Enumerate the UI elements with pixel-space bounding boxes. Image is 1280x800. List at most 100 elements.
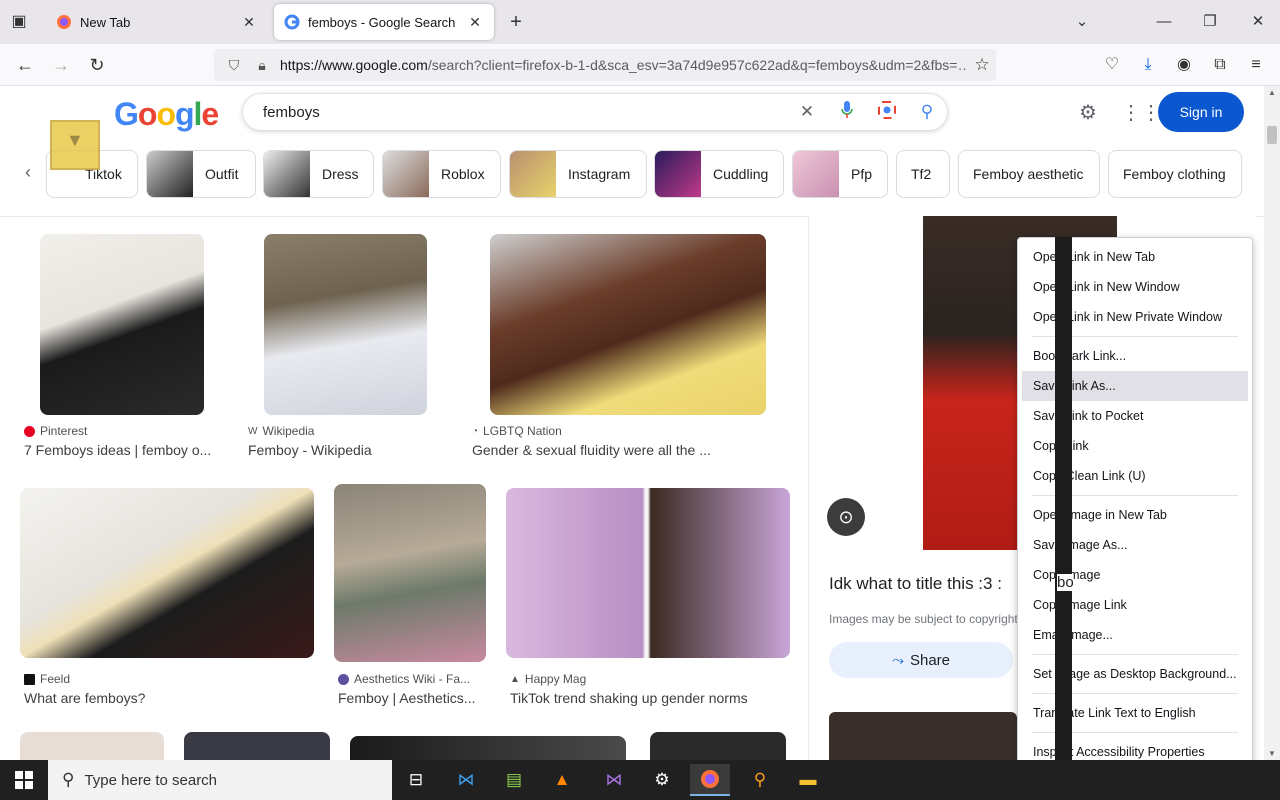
list-all-tabs-icon[interactable]: ⌄ [1070,10,1094,34]
chevron-left-icon[interactable]: ‹ [18,162,38,183]
new-tab-button[interactable]: + [504,10,528,34]
scroll-down-icon[interactable]: ▼ [1264,749,1280,758]
reload-icon[interactable]: ↻ [84,52,110,78]
result-image[interactable] [650,732,786,760]
overlay-widget-icon[interactable] [50,120,100,170]
minimize-icon[interactable]: — [1152,10,1176,34]
search-input[interactable]: femboys [263,104,787,121]
context-menu-item[interactable]: Set Image as Desktop Background... [1018,659,1252,689]
image-result[interactable]: ▲ Happy Mag TikTok trend shaking up gende… [506,488,796,718]
lens-search-icon[interactable] [867,100,907,125]
close-tab-icon[interactable]: ✕ [466,14,484,31]
result-title[interactable]: TikTok trend shaking up gender norms [510,690,790,706]
context-menu-item[interactable]: Open Link in New Private Window [1018,302,1252,332]
scroll-up-icon[interactable]: ▲ [1264,88,1280,97]
image-result[interactable]: Feeld What are femboys? [20,488,316,718]
apps-grid-icon[interactable]: ⋮⋮ [1121,100,1161,126]
vlc-icon[interactable]: ▲ [542,764,582,796]
context-menu-item[interactable]: Bookmark Link... [1018,341,1252,371]
result-image[interactable] [334,484,486,662]
image-result[interactable] [650,732,786,760]
image-result[interactable]: Pinterest 7 Femboys ideas | femboy o... [20,234,226,464]
back-icon[interactable]: ← [12,52,38,78]
chip-femboy-clothing[interactable]: Femboy clothing [1108,150,1242,198]
result-title[interactable]: Femboy | Aesthetics... [338,690,488,706]
bookmark-star-icon[interactable]: ☆ [968,55,996,75]
context-menu-item[interactable]: Email Image... [1018,620,1252,650]
downloads-icon[interactable]: ⤓ [1136,53,1160,77]
chip-cuddling[interactable]: Cuddling [654,150,784,198]
search-box[interactable]: femboys ✕ ⚲ [242,93,948,131]
result-image[interactable] [506,488,790,658]
task-view-icon[interactable]: ⊟ [396,764,436,796]
chip-pfp[interactable]: Pfp [792,150,888,198]
sign-in-button[interactable]: Sign in [1158,92,1244,132]
context-menu-item[interactable]: Save Image As... [1018,530,1252,560]
result-image[interactable] [490,234,766,415]
close-window-icon[interactable]: ✕ [1246,10,1270,34]
context-menu-item[interactable]: Copy Image Link [1018,590,1252,620]
windows-start-button[interactable] [0,760,48,800]
account-icon[interactable]: ◉ [1172,53,1196,77]
chip-tf2[interactable]: Tf2 [896,150,950,198]
chip-instagram[interactable]: Instagram [509,150,647,198]
lock-icon[interactable]: 🔒︎ [252,57,272,74]
share-button[interactable]: ⤳ Share [829,642,1013,678]
tab-list-icon[interactable]: ▣ [8,12,30,32]
search-app-icon[interactable]: ⚲ [740,764,780,796]
result-source[interactable]: Feeld [24,672,70,686]
image-result[interactable]: ◔ LGBTQ Nation Gender & sexual fluidity w… [468,234,790,464]
address-bar[interactable]: ⛉ 🔒︎ https://www.google.com/search?clien… [214,49,996,81]
result-source[interactable]: ◔ LGBTQ Nation [472,424,562,438]
result-source[interactable]: ▲ Happy Mag [510,672,586,686]
forward-icon[interactable]: → [48,52,74,78]
settings-gear-icon[interactable]: ⚙ [1075,100,1101,126]
google-logo[interactable]: Google [114,96,219,133]
context-menu-item[interactable]: Copy Link [1018,431,1252,461]
notepad-plus-icon[interactable]: ▤ [494,764,534,796]
extensions-icon[interactable]: ⧉ [1208,53,1232,77]
shield-icon[interactable]: ⛉ [224,57,244,74]
tab-google-search[interactable]: femboys - Google Search ✕ [274,4,494,40]
tab-new-tab[interactable]: New Tab ✕ [46,4,268,40]
result-image[interactable] [20,732,164,760]
result-title[interactable]: What are femboys? [24,690,314,706]
chip-roblox[interactable]: Roblox [382,150,501,198]
result-source[interactable]: Pinterest [24,424,87,438]
context-menu-item[interactable]: Open Image in New Tab [1018,500,1252,530]
result-source[interactable]: W Wikipedia [248,424,314,438]
google-lens-icon[interactable]: ⊙ [827,498,865,536]
result-image[interactable] [350,736,626,760]
context-menu-item[interactable]: Translate Link Text to English [1018,698,1252,728]
result-image[interactable] [20,488,314,658]
result-image[interactable] [184,732,330,760]
close-tab-icon[interactable]: ✕ [240,14,258,31]
chip-femboy-aesthetic[interactable]: Femboy aesthetic [958,150,1100,198]
search-icon[interactable]: ⚲ [907,102,947,122]
scrollbar-thumb[interactable] [1267,126,1277,144]
clear-search-icon[interactable]: ✕ [787,102,827,122]
result-source[interactable]: Aesthetics Wiki - Fa... [338,672,470,686]
menu-icon[interactable]: ≡ [1244,53,1268,77]
result-title[interactable]: 7 Femboys ideas | femboy o... [24,442,224,458]
context-menu-item[interactable]: Open Link in New Window [1018,272,1252,302]
context-menu-item[interactable]: Save Link to Pocket [1018,401,1252,431]
vscode-icon[interactable]: ⋈ [446,764,486,796]
result-image[interactable] [264,234,427,415]
restore-icon[interactable]: ❐ [1198,10,1222,34]
context-menu-item[interactable]: Open Link in New Tab [1018,242,1252,272]
taskbar-search-box[interactable]: ⚲ Type here to search [48,760,392,800]
context-menu-item[interactable]: Copy Clean Link (U) [1018,461,1252,491]
result-image[interactable] [40,234,204,415]
result-title[interactable]: Gender & sexual fluidity were all the ..… [472,442,782,458]
settings-icon[interactable]: ⚙ [642,764,682,796]
context-menu-item[interactable]: Copy Image [1018,560,1252,590]
result-title[interactable]: Femboy - Wikipedia [248,442,448,458]
url-text[interactable]: https://www.google.com/search?client=fir… [280,57,968,73]
firefox-icon[interactable] [690,764,730,796]
chip-outfit[interactable]: Outfit [146,150,256,198]
page-scrollbar[interactable]: ▲ ▼ [1264,86,1280,760]
image-result[interactable] [20,732,164,760]
image-result[interactable] [184,732,330,760]
voice-search-icon[interactable] [827,100,867,125]
